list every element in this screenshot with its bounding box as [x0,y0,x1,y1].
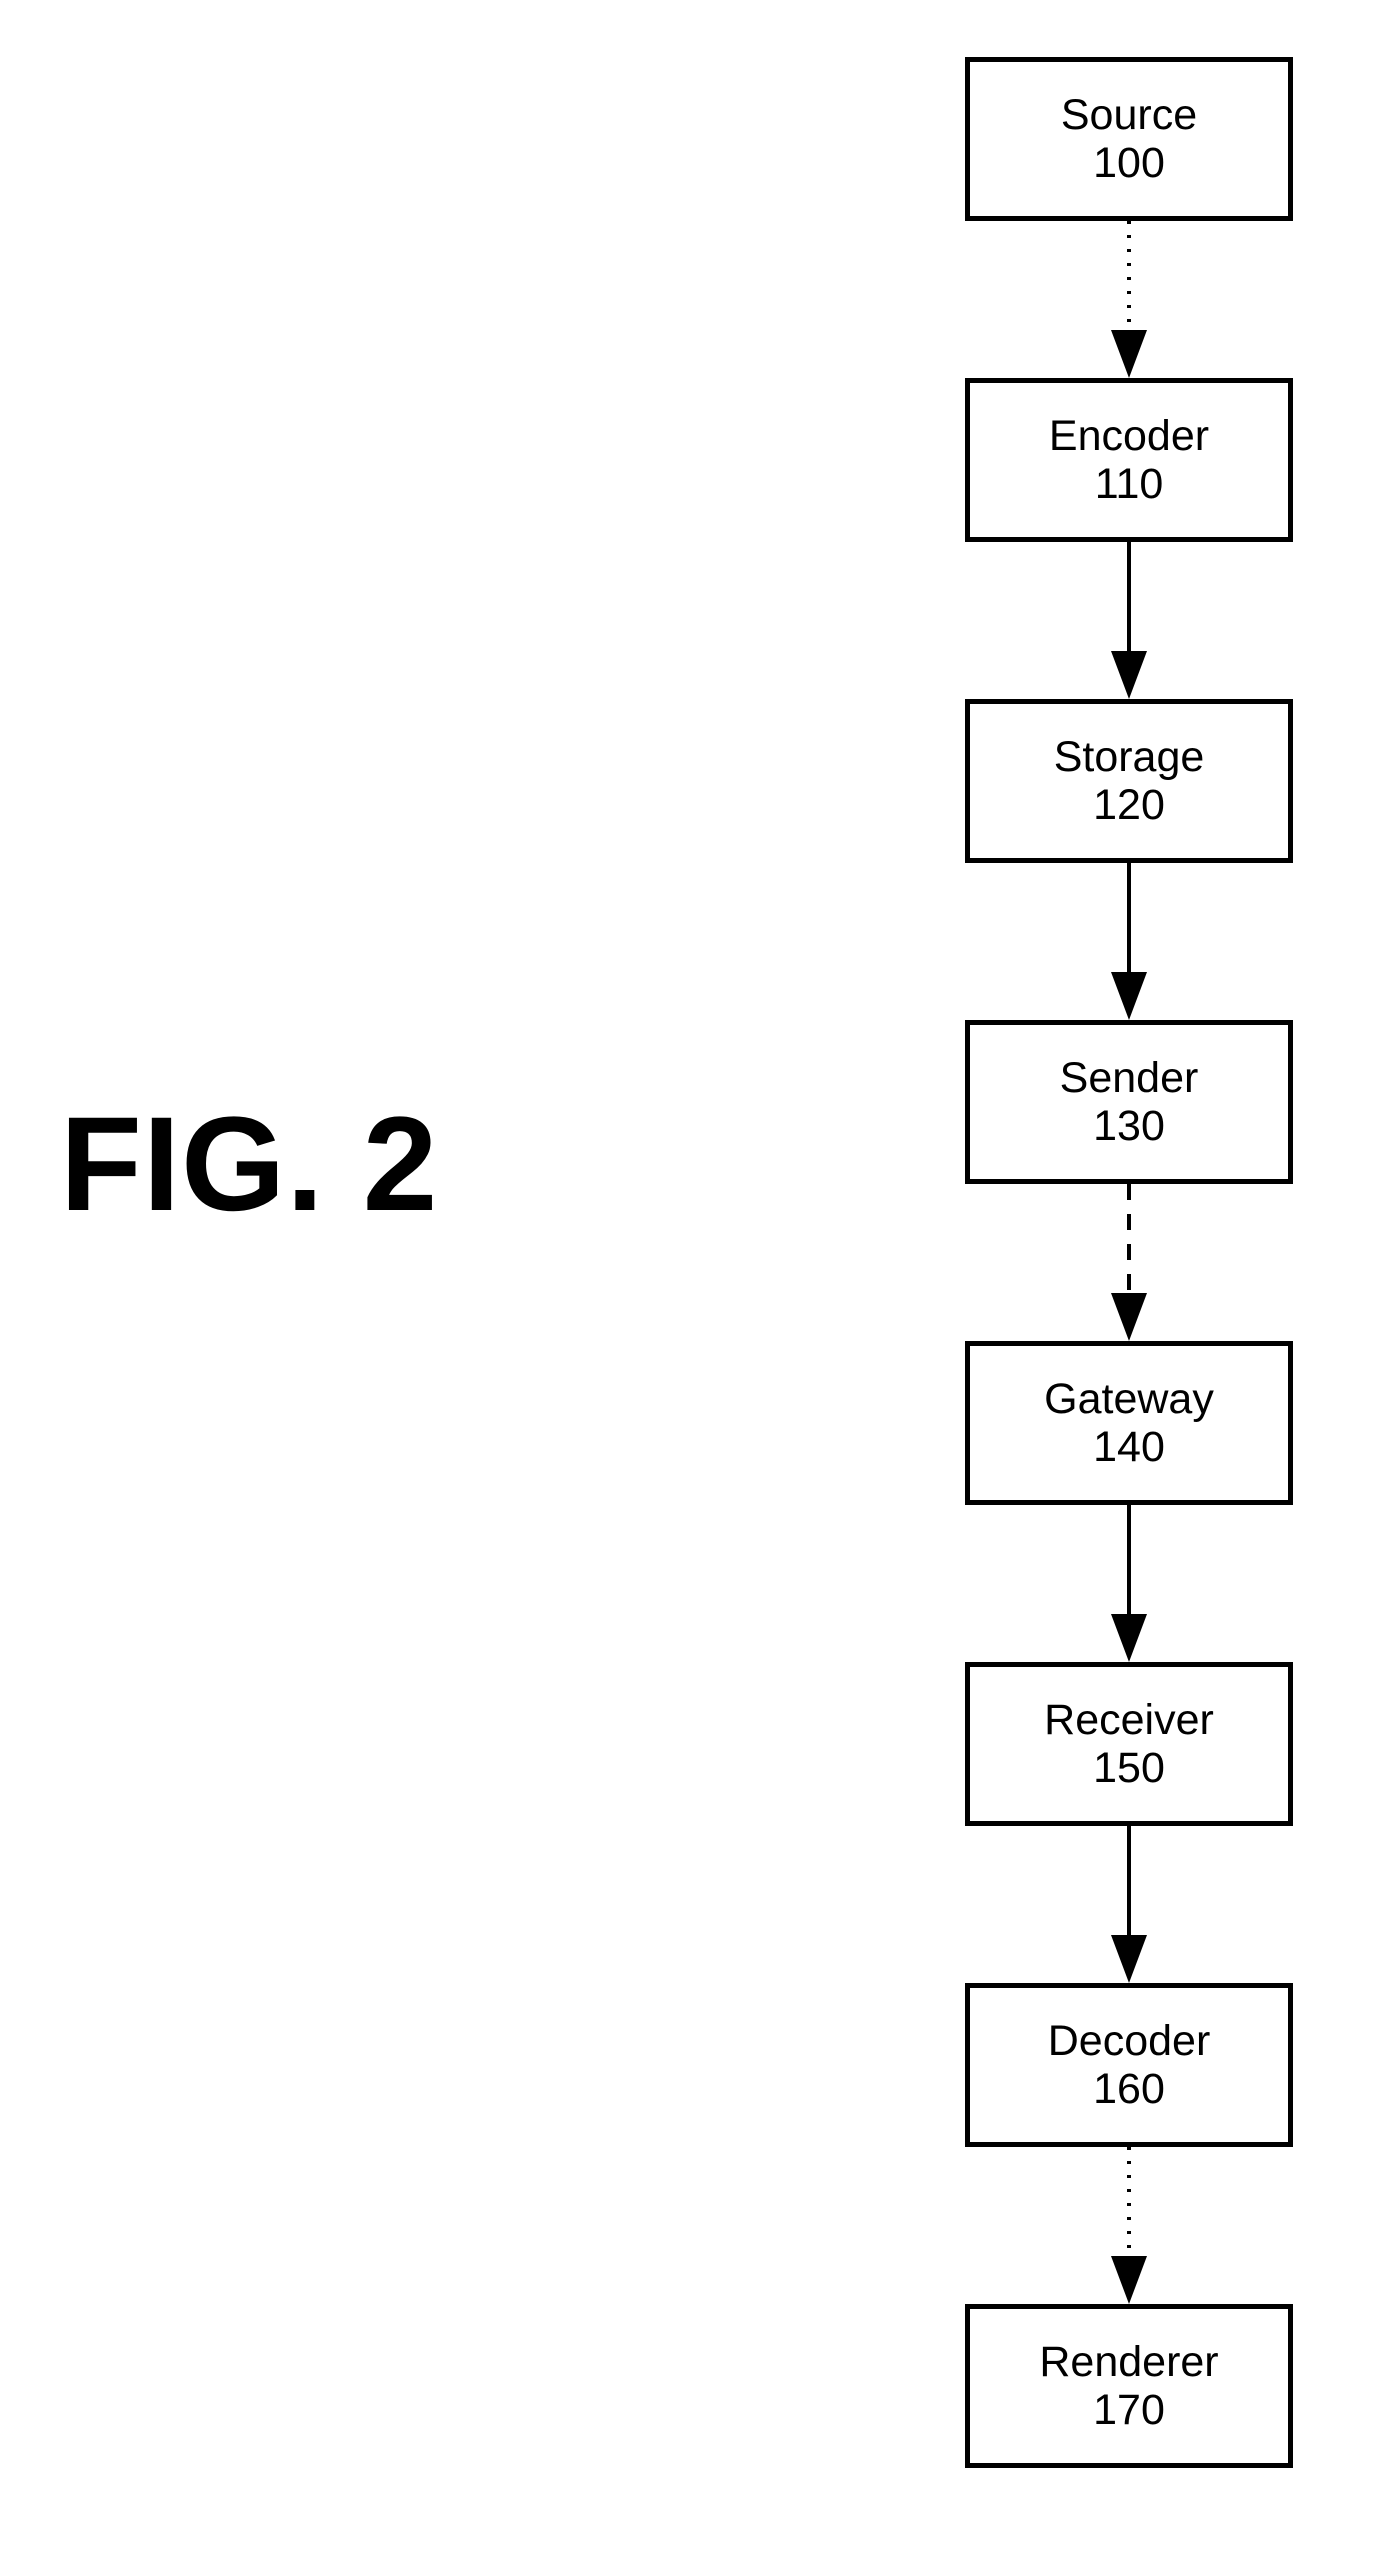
arrowhead-icon [1111,2256,1147,2304]
flow-node-reference-numeral: 100 [1093,139,1165,187]
flow-node-label: Sender [1059,1053,1199,1102]
flow-node-label: Encoder [1048,411,1210,460]
arrowhead-icon [1111,1293,1147,1341]
flow-connector [965,1826,1293,1983]
figure-caption: FIG. 2 [60,1090,439,1239]
flow-connector [965,2147,1293,2304]
flow-node-label: Storage [1053,732,1205,781]
flow-node-label: Renderer [1039,2337,1219,2386]
flow-node-storage[interactable]: Storage 120 [965,699,1293,863]
flow-node-source[interactable]: Source 100 [965,57,1293,221]
flow-node-decoder[interactable]: Decoder 160 [965,1983,1293,2147]
flow-node-label: Source [1060,90,1198,139]
flow-chain: Source 100 Encoder 110 Storage 120 Sender 130 Ga… [965,57,1293,2468]
flow-connector [965,542,1293,699]
flow-connector [965,1184,1293,1341]
flow-node-reference-numeral: 150 [1093,1744,1165,1792]
arrowhead-icon [1111,1614,1147,1662]
flow-connector [965,863,1293,1020]
flow-node-reference-numeral: 140 [1093,1423,1165,1471]
flow-node-label: Gateway [1044,1374,1214,1423]
arrowhead-icon [1111,972,1147,1020]
flow-node-gateway[interactable]: Gateway 140 [965,1341,1293,1505]
flow-node-reference-numeral: 130 [1093,1102,1165,1150]
flow-node-reference-numeral: 110 [1094,460,1164,508]
flow-node-renderer[interactable]: Renderer 170 [965,2304,1293,2468]
flow-node-label: Receiver [1044,1695,1214,1744]
arrowhead-icon [1111,1935,1147,1983]
flow-node-reference-numeral: 170 [1093,2386,1165,2434]
flow-connector [965,1505,1293,1662]
flow-node-reference-numeral: 160 [1093,2065,1165,2113]
flow-node-label: Decoder [1047,2016,1211,2065]
flow-node-reference-numeral: 120 [1093,781,1165,829]
patent-figure-page: FIG. 2 Source 100 Encoder 110 Storage 120 Send… [0,0,1388,2550]
arrowhead-icon [1111,330,1147,378]
flow-connector [965,221,1293,378]
flow-node-encoder[interactable]: Encoder 110 [965,378,1293,542]
flow-node-sender[interactable]: Sender 130 [965,1020,1293,1184]
flow-node-receiver[interactable]: Receiver 150 [965,1662,1293,1826]
arrowhead-icon [1111,651,1147,699]
